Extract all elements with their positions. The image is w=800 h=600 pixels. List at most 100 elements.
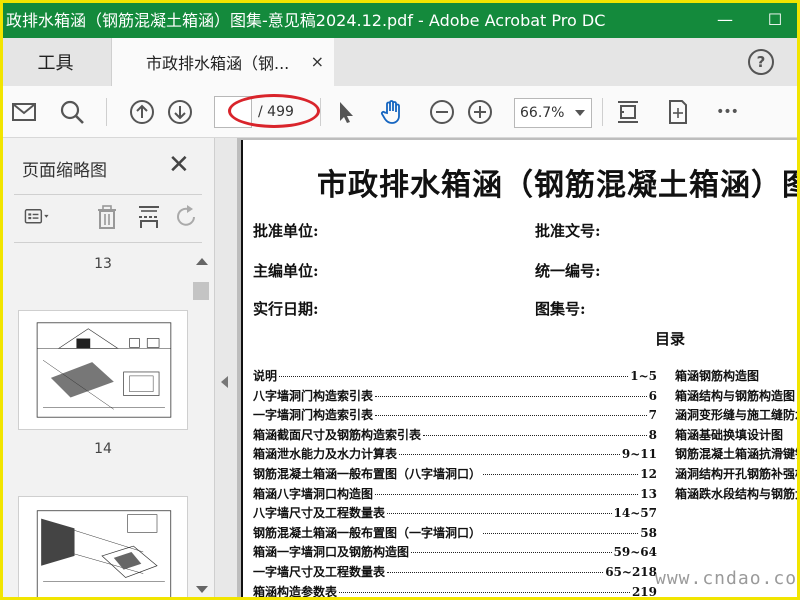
field-unified-number: 统一编号: bbox=[535, 262, 601, 280]
insert-page-icon[interactable] bbox=[136, 204, 164, 232]
toc-row[interactable]: 涵洞变形缝与施工缝防水 bbox=[675, 406, 800, 426]
toc-row[interactable]: 箱涵跌水段结构与钢筋大 bbox=[675, 485, 800, 505]
tab-tools[interactable]: 工具 bbox=[0, 38, 112, 86]
minimize-button[interactable]: — bbox=[700, 0, 750, 38]
collapse-arrow-icon[interactable] bbox=[221, 376, 228, 388]
toc-row[interactable]: 箱涵结构与钢筋构造图 bbox=[675, 387, 800, 407]
toolbar: / 499 66.7% ••• bbox=[0, 86, 800, 138]
toc-page: 9~11 bbox=[621, 447, 657, 462]
document-viewport[interactable]: 市政排水箱涵（钢筋混凝土箱涵）图集 批准单位: 批准文号: 主编单位: 统一编号… bbox=[237, 138, 800, 600]
more-tools-icon[interactable]: ••• bbox=[710, 98, 744, 126]
toc-page: 8 bbox=[648, 427, 657, 442]
field-approval-unit: 批准单位: bbox=[253, 222, 319, 240]
maximize-button[interactable]: ☐ bbox=[750, 0, 800, 38]
toc-title: 箱涵跌水段结构与钢筋大 bbox=[675, 486, 800, 501]
toc-row[interactable]: 箱涵构造参数表 219 bbox=[253, 583, 657, 600]
toc-title: 涵洞变形缝与施工缝防水 bbox=[675, 408, 800, 423]
search-icon[interactable] bbox=[58, 98, 86, 126]
toc-title: 钢筋混凝土箱涵抗滑键钢 bbox=[675, 447, 800, 462]
toc-title: 八字墙尺寸及工程数量表 bbox=[253, 506, 386, 521]
toc-leader bbox=[483, 473, 639, 475]
read-mode-icon[interactable] bbox=[664, 98, 692, 126]
fit-page-icon[interactable] bbox=[614, 98, 642, 126]
thumbnail-panel: 页面缩略图 ✕ 13 14 bbox=[0, 138, 215, 600]
thumbnail-page-14[interactable] bbox=[18, 496, 188, 600]
toc-row[interactable]: 箱涵基础换填设计图 bbox=[675, 426, 800, 446]
toc-title: 箱涵截面尺寸及钢筋构造索引表 bbox=[253, 427, 422, 442]
toc-row[interactable]: 一字墙尺寸及工程数量表 65~218 bbox=[253, 563, 657, 583]
toc-row[interactable]: 箱涵截面尺寸及钢筋构造索引表 8 bbox=[253, 426, 657, 446]
toolbar-divider bbox=[320, 98, 321, 126]
zoom-in-icon[interactable] bbox=[466, 98, 494, 126]
rotate-icon[interactable] bbox=[174, 204, 202, 232]
toc-row[interactable]: 涵洞结构开孔钢筋补强构 bbox=[675, 465, 800, 485]
toc-title: 箱涵八字墙洞口构造图 bbox=[253, 486, 374, 501]
toc-page: 65~218 bbox=[605, 564, 657, 579]
toc-left-column: 说明 1~5 八字墙洞门构造索引表 6 一字墙洞门构造索引表 7 箱涵截面尺寸及钢筋构… bbox=[253, 367, 657, 600]
toc-page: 58 bbox=[640, 525, 657, 540]
toc-page: 1~5 bbox=[630, 369, 657, 383]
delete-icon[interactable] bbox=[94, 204, 122, 232]
scrollbar-thumb[interactable] bbox=[193, 282, 209, 300]
thumbnail-page-13[interactable] bbox=[18, 310, 188, 430]
thumbnail-scrollbar[interactable] bbox=[190, 254, 212, 600]
toc-row[interactable]: 箱涵泄水能力及水力计算表 9~11 bbox=[253, 445, 657, 465]
toc-page: 6 bbox=[648, 388, 657, 403]
toc-title: 箱涵泄水能力及水力计算表 bbox=[253, 447, 398, 462]
options-menu-icon[interactable] bbox=[24, 204, 52, 232]
toc-title: 钢筋混凝土箱涵一般布置图（一字墙洞口） bbox=[253, 525, 482, 540]
zoom-out-icon[interactable] bbox=[428, 98, 456, 126]
scroll-up-icon[interactable] bbox=[196, 258, 208, 265]
toc-row[interactable]: 箱涵钢筋构造图 bbox=[675, 367, 800, 387]
scroll-down-icon[interactable] bbox=[196, 586, 208, 593]
toc-row[interactable]: 箱涵一字墙洞口及钢筋构造图 59~64 bbox=[253, 543, 657, 563]
panel-collapse-strip[interactable] bbox=[215, 138, 237, 600]
next-page-icon[interactable] bbox=[166, 98, 194, 126]
panel-divider bbox=[14, 194, 202, 195]
previous-page-icon[interactable] bbox=[128, 98, 156, 126]
toc-page: 13 bbox=[640, 486, 657, 501]
toc-row[interactable]: 钢筋混凝土箱涵一般布置图（八字墙洞口） 12 bbox=[253, 465, 657, 485]
toc-page: 7 bbox=[648, 408, 657, 423]
highlight-ellipse bbox=[228, 94, 320, 128]
close-tab-icon[interactable]: × bbox=[311, 52, 324, 71]
toc-title: 涵洞结构开孔钢筋补强构 bbox=[675, 466, 800, 481]
toc-page: 12 bbox=[640, 466, 657, 481]
toc-row[interactable]: 箱涵八字墙洞口构造图 13 bbox=[253, 485, 657, 505]
toc-leader bbox=[411, 552, 612, 554]
toc-row[interactable]: 八字墙洞门构造索引表 6 bbox=[253, 387, 657, 407]
toc-row[interactable]: 钢筋混凝土箱涵抗滑键钢 bbox=[675, 445, 800, 465]
help-icon[interactable]: ? bbox=[748, 49, 774, 75]
toc-title: 一字墙洞门构造索引表 bbox=[253, 408, 374, 423]
toc-row[interactable]: 一字墙洞门构造索引表 7 bbox=[253, 406, 657, 426]
toc-leader bbox=[483, 532, 639, 534]
tab-document-label: 市政排水箱涵（钢... bbox=[146, 54, 290, 73]
toc-title: 说明 bbox=[253, 369, 278, 383]
field-editor-unit: 主编单位: bbox=[253, 262, 319, 280]
close-panel-icon[interactable]: ✕ bbox=[168, 150, 190, 180]
watermark: www.cndao.com bbox=[655, 568, 800, 589]
toc-row[interactable]: 钢筋混凝土箱涵一般布置图（一字墙洞口） 58 bbox=[253, 524, 657, 544]
toc-leader bbox=[387, 513, 612, 515]
toc-row[interactable]: 八字墙尺寸及工程数量表 14~57 bbox=[253, 504, 657, 524]
toc-title: 八字墙洞门构造索引表 bbox=[253, 388, 374, 403]
toc-leader bbox=[375, 493, 639, 495]
toc-title: 一字墙尺寸及工程数量表 bbox=[253, 564, 386, 579]
thumbnail-page-label: 14 bbox=[94, 441, 112, 457]
thumbnail-page-label: 13 bbox=[94, 256, 112, 272]
chevron-down-icon bbox=[575, 110, 585, 116]
email-icon[interactable] bbox=[10, 98, 38, 126]
tab-document[interactable]: 市政排水箱涵（钢... × bbox=[112, 38, 334, 86]
hand-tool-icon[interactable] bbox=[378, 98, 406, 126]
toc-leader bbox=[375, 415, 647, 417]
toc-title: 箱涵构造参数表 bbox=[253, 584, 338, 599]
toc-leader bbox=[339, 591, 630, 593]
toc-row[interactable]: 说明 1~5 bbox=[253, 367, 657, 387]
panel-divider bbox=[14, 242, 202, 243]
toc-heading: 目录 bbox=[655, 330, 686, 348]
zoom-select[interactable]: 66.7% bbox=[514, 98, 592, 128]
panel-toolbar bbox=[14, 198, 202, 240]
select-cursor-icon[interactable] bbox=[332, 98, 360, 126]
toc-page: 219 bbox=[631, 584, 657, 599]
toc-title: 箱涵钢筋构造图 bbox=[675, 369, 760, 383]
